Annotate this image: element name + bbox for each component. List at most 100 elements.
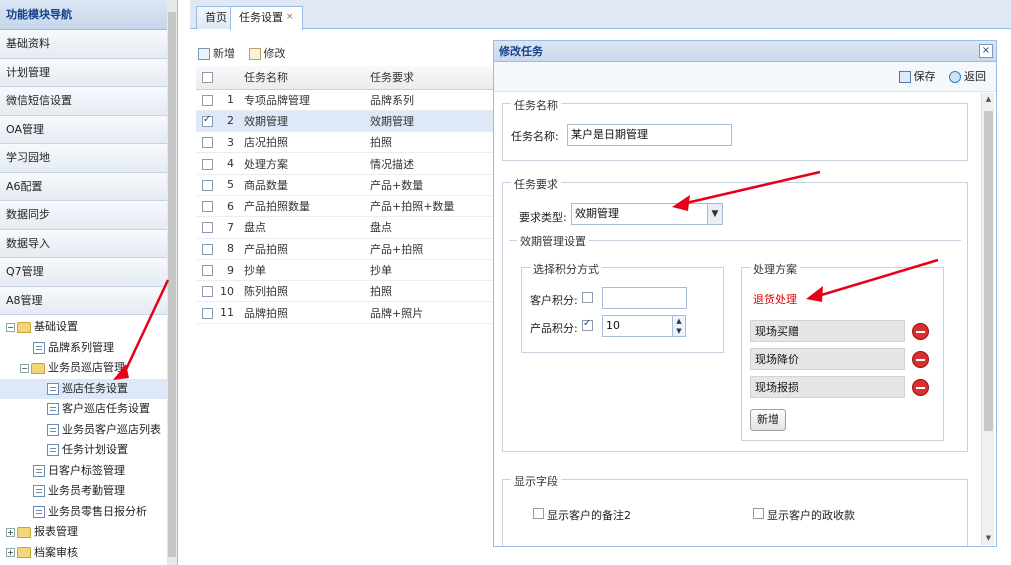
cell-task-req: 产品+拍照+数量 [364,195,501,218]
table-row[interactable]: 10 陈列拍照 拍照 [196,280,501,303]
select-all-checkbox[interactable] [202,72,213,84]
plan-item[interactable]: 现场买赠 [750,320,905,342]
tree-node-label: 业务员考勤管理 [48,484,125,497]
document-icon [33,485,45,497]
remove-icon[interactable] [912,323,929,340]
plan-item[interactable]: 现场报损 [750,376,905,398]
sidebar-category[interactable]: 微信短信设置 [0,87,177,116]
table-row[interactable]: 1 专项品牌管理 品牌系列 [196,89,501,111]
tree-node[interactable]: 巡店任务设置 [0,378,177,399]
requirement-fieldset: 任务要求 要求类型: 效期管理 ▼ 效期管理设置 选择积分方式 客户积分: 产品… [502,176,968,452]
cell-task-name: 盘点 [238,216,364,239]
sidebar-category[interactable]: 计划管理 [0,58,177,87]
folder-icon [31,362,45,374]
table-row[interactable]: 4 处理方案 情况描述 [196,152,501,175]
row-checkbox[interactable] [202,179,213,191]
product-score-label: 产品积分: [530,322,578,335]
nav-tree: − 基础设置 品牌系列管理 − 业务员巡店管理 巡店任务设置 客户巡店任务设置 业务员客户巡店… [0,315,177,563]
fieldset-legend: 显示字段 [511,473,561,489]
close-icon[interactable]: × [979,44,993,58]
dialog-scrollbar[interactable]: ▲ ▼ [981,93,994,545]
collapse-icon[interactable]: − [20,363,29,373]
sidebar-category[interactable]: 数据同步 [0,201,177,230]
sidebar-category[interactable]: Q7管理 [0,258,177,287]
col-task-req[interactable]: 任务要求 [364,66,501,90]
save-button[interactable]: 保存 [898,70,936,83]
sidebar-category[interactable]: 学习园地 [0,144,177,173]
sidebar-category[interactable]: A6配置 [0,172,177,201]
row-checkbox[interactable] [202,94,213,106]
row-checkbox[interactable] [202,243,213,255]
scroll-down-icon[interactable]: ▼ [982,532,995,545]
row-number: 11 [216,301,238,324]
task-name-fieldset: 任务名称 任务名称: 某户是日期管理 [502,97,968,161]
row-checkbox[interactable] [202,114,213,127]
row-checkbox[interactable] [202,265,213,277]
tree-node[interactable]: + 报表管理 [0,522,177,543]
edit-button[interactable]: 修改 [248,40,286,68]
table-row[interactable]: 3 店况拍照 拍照 [196,131,501,154]
plan-item[interactable]: 现场降价 [750,348,905,370]
table-row[interactable]: 6 产品拍照数量 产品+拍照+数量 [196,195,501,218]
table-row[interactable]: 11 品牌拍照 品牌+照片 [196,301,501,324]
row-number: 9 [216,259,238,282]
cell-task-req: 产品+拍照 [364,238,501,260]
table-row[interactable]: 2效期管理效期管理 [196,110,501,133]
tab-task-settings[interactable]: 任务设置 × [230,6,303,30]
scroll-thumb[interactable] [984,111,993,431]
tree-node[interactable]: 业务员考勤管理 [0,481,177,502]
document-icon [47,423,59,436]
row-checkbox[interactable] [202,286,213,298]
remove-icon[interactable] [912,351,929,368]
back-button[interactable]: 返回 [949,70,986,83]
cell-task-name: 产品拍照 [238,238,364,260]
cell-task-req: 品牌系列 [364,89,501,111]
expand-icon[interactable]: + [6,548,15,557]
tree-node[interactable]: 客户巡店任务设置 [0,399,177,420]
expand-icon[interactable]: + [6,527,15,537]
sidebar-category[interactable]: A8管理 [0,286,177,315]
tree-node[interactable]: 业务员零售日报分析 [0,502,177,523]
row-checkbox[interactable] [202,201,213,213]
row-number: 6 [216,195,238,218]
add-button[interactable]: 新增 [198,40,235,68]
req-type-select[interactable]: 效期管理 ▼ [571,203,723,225]
sidebar-category[interactable]: 数据导入 [0,229,177,258]
display-field-checkbox[interactable] [533,508,544,519]
row-checkbox[interactable] [202,137,213,149]
row-checkbox[interactable] [202,158,213,170]
tree-node[interactable]: − 业务员巡店管理 [0,358,177,379]
product-score-input[interactable]: 10 ▲ ▼ [602,315,686,337]
close-icon[interactable]: × [286,12,294,22]
col-task-name[interactable]: 任务名称 [238,66,364,90]
row-checkbox[interactable] [202,222,213,234]
customer-score-input[interactable] [602,287,687,309]
cell-task-name: 店况拍照 [238,131,364,154]
row-checkbox[interactable] [202,307,213,319]
chevron-down-icon[interactable]: ▼ [707,204,722,224]
tree-node[interactable]: + 档案审核 [0,543,177,564]
display-field-checkbox[interactable] [753,508,764,519]
tree-node[interactable]: 品牌系列管理 [0,338,177,359]
table-row[interactable]: 7 盘点 盘点 [196,216,501,239]
sidebar-category[interactable]: 基础资料 [0,30,177,59]
tree-node[interactable]: − 基础设置 [0,317,177,338]
task-name-input[interactable]: 某户是日期管理 [567,124,732,146]
tree-node[interactable]: 任务计划设置 [0,440,177,461]
spinner-icon[interactable]: ▲ ▼ [672,316,685,336]
table-row[interactable]: 9 抄单 抄单 [196,259,501,282]
document-icon [33,341,45,354]
table-row[interactable]: 5 商品数量 产品+数量 [196,174,501,196]
add-plan-button[interactable]: 新增 [750,409,786,431]
table-row[interactable]: 8 产品拍照 产品+拍照 [196,238,501,260]
tree-node[interactable]: 业务员客户巡店列表 [0,420,177,441]
remove-icon[interactable] [912,379,929,396]
scroll-up-icon[interactable]: ▲ [982,93,995,106]
product-score-checkbox[interactable] [582,318,593,331]
dialog-body: 任务名称 任务名称: 某户是日期管理 任务要求 要求类型: 效期管理 ▼ 效期管… [494,93,982,546]
collapse-icon[interactable]: − [6,322,15,332]
tree-node[interactable]: 日客户标签管理 [0,461,177,482]
customer-score-checkbox[interactable] [582,292,593,303]
sidebar-category[interactable]: OA管理 [0,115,177,144]
sidebar-scrollbar[interactable] [167,0,177,565]
